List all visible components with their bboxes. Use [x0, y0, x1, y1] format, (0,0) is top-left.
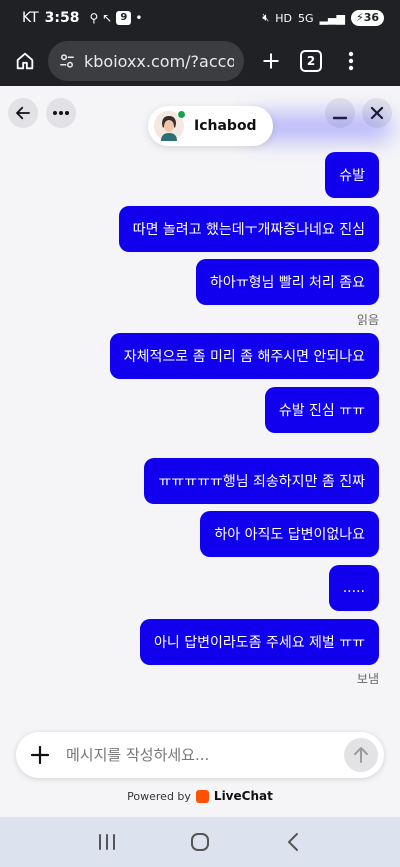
status-bar: KT 3:58 ⚲ ↖ 9 • 🔇︎ HD 5G ▂▄▆ ⚡36 — [0, 0, 400, 36]
message-bubble[interactable]: 슈발 진심 ㅠㅠ — [264, 387, 379, 433]
powered-by[interactable]: Powered by LiveChat — [0, 789, 400, 803]
powered-by-label: Powered by — [127, 789, 191, 803]
more-vert-icon[interactable] — [334, 44, 368, 78]
home-button[interactable] — [185, 827, 215, 857]
chat-header: Ichabod — [0, 86, 400, 146]
agent-name: Ichabod — [194, 118, 257, 134]
carrier-label: KT — [22, 10, 39, 26]
back-nav-button[interactable] — [278, 827, 308, 857]
arrow-left-icon — [16, 106, 30, 120]
livechat-logo-icon — [195, 789, 209, 803]
message-bubble[interactable]: 하아ㅠ형님 빨리 처리 좀요 — [195, 259, 379, 305]
home-circle-icon — [190, 833, 209, 851]
home-icon[interactable] — [8, 44, 42, 78]
message-composer — [16, 732, 384, 778]
message-bubble[interactable]: 슈발 — [325, 152, 379, 198]
hd-icon: HD — [275, 11, 293, 25]
link-icon: ⚲ — [89, 11, 99, 25]
recent-apps-button[interactable] — [92, 827, 122, 857]
site-settings-icon[interactable] — [58, 52, 76, 70]
message-bubble[interactable]: 하아 아직도 답변이없나요 — [200, 511, 379, 557]
back-button[interactable] — [8, 98, 38, 128]
notification-badge-icon: 9 — [116, 11, 132, 25]
options-button[interactable] — [46, 98, 76, 128]
mute-icon: 🔇︎ — [262, 11, 270, 24]
tab-count: 2 — [306, 54, 316, 68]
message-bubble[interactable]: 따면 놀려고 했는데ㅜ개짜증나네요 진심 — [118, 206, 379, 252]
new-tab-icon[interactable] — [254, 44, 288, 78]
read-status: 읽음 — [356, 313, 379, 327]
message-input[interactable] — [66, 746, 344, 764]
sent-status: 보냄 — [356, 672, 379, 686]
message-bubble[interactable]: 아니 답변이라도좀 주세요 제벌 ㅠㅠ — [140, 619, 379, 665]
arrow-up-icon — [354, 747, 368, 763]
brand-name: LiveChat — [213, 789, 273, 803]
online-status-dot — [177, 110, 186, 119]
missed-call-icon: ↖ — [102, 11, 113, 25]
message-bubble[interactable]: 자체적으로 좀 미리 좀 해주시면 안되나요 — [109, 333, 379, 379]
battery-indicator: ⚡36 — [350, 10, 384, 26]
tab-switcher-button[interactable]: 2 — [300, 50, 322, 72]
avatar — [154, 110, 186, 141]
plus-icon — [30, 745, 50, 765]
dot-icon: • — [135, 11, 143, 25]
network-type: 5G — [298, 11, 314, 25]
more-horiz-icon — [53, 111, 69, 115]
url-text: kboioxx.com/?accou — [84, 51, 234, 71]
agent-chip[interactable]: Ichabod — [148, 106, 273, 146]
message-bubble[interactable]: ..... — [328, 565, 379, 611]
send-button[interactable] — [344, 738, 378, 772]
clock: 3:58 — [44, 10, 80, 26]
attach-button[interactable] — [28, 743, 52, 767]
chevron-left-icon — [288, 833, 299, 851]
recents-icon — [98, 834, 115, 850]
browser-toolbar: kboioxx.com/?accou 2 — [0, 36, 400, 86]
address-bar[interactable]: kboioxx.com/?accou — [48, 41, 244, 81]
battery-level: 36 — [363, 11, 379, 24]
signal-icon: ▂▄▆ — [319, 11, 345, 25]
message-bubble[interactable]: ㅠㅠㅠㅠㅠ행님 죄송하지만 좀 진짜 — [144, 458, 379, 504]
system-nav-bar — [0, 817, 400, 867]
